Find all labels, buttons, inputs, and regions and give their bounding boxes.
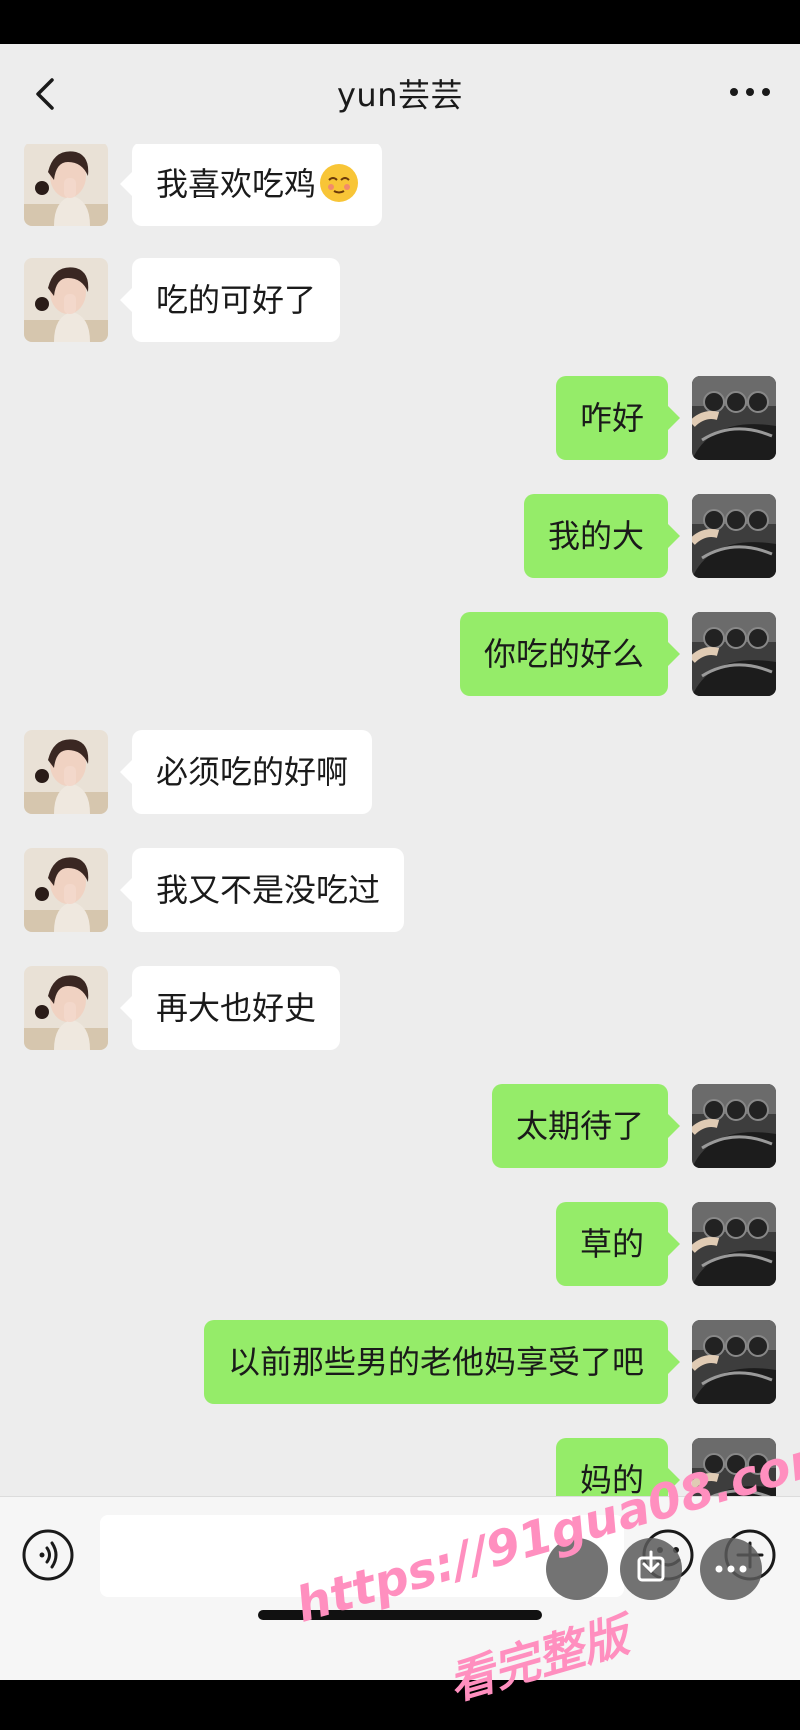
message-bubble[interactable]: 咋好 (555, 376, 681, 460)
contact-avatar[interactable] (24, 966, 108, 1050)
message-row: 我喜欢吃鸡 (0, 142, 800, 226)
voice-button[interactable] (20, 1527, 76, 1583)
chat-screen: 我喜欢吃鸡 吃的可好了 咋好 我的大 你吃的好么 必须吃的好啊 我又不是没吃过 … (0, 44, 800, 1680)
user-avatar[interactable] (692, 612, 776, 696)
message-text: 必须吃的好啊 (156, 753, 349, 791)
contact-avatar[interactable] (24, 258, 108, 342)
contact-avatar[interactable] (24, 848, 108, 932)
message-row: 再大也好史 (0, 966, 800, 1050)
user-avatar[interactable] (692, 1320, 776, 1404)
message-bubble[interactable]: 吃的可好了 (119, 258, 341, 342)
message-text: 咋好 (579, 399, 644, 437)
message-bubble[interactable]: 草的 (555, 1202, 681, 1286)
more-dots-icon (730, 88, 770, 96)
voice-icon (22, 1529, 74, 1581)
message-row: 咋好 (0, 376, 800, 460)
message-bubble[interactable]: 我喜欢吃鸡 (119, 142, 383, 226)
message-row: 草的 (0, 1202, 800, 1286)
user-avatar[interactable] (692, 1084, 776, 1168)
message-row: 吃的可好了 (0, 258, 800, 342)
message-bubble[interactable]: 再大也好史 (119, 966, 341, 1050)
message-text: 我喜欢吃鸡 (156, 165, 317, 203)
contact-avatar[interactable] (24, 142, 108, 226)
message-text: 草的 (579, 1225, 644, 1263)
message-row: 你吃的好么 (0, 612, 800, 696)
message-text: 再大也好史 (156, 989, 317, 1027)
message-row: 以前那些男的老他妈享受了吧 (0, 1320, 800, 1404)
user-avatar[interactable] (692, 1202, 776, 1286)
message-bubble[interactable]: 我的大 (523, 494, 681, 578)
more-button[interactable] (728, 84, 772, 100)
message-bubble[interactable]: 以前那些男的老他妈享受了吧 (203, 1320, 681, 1404)
download-button[interactable] (620, 1538, 682, 1600)
message-bubble[interactable]: 你吃的好么 (459, 612, 681, 696)
message-row: 必须吃的好啊 (0, 730, 800, 814)
message-text: 太期待了 (515, 1107, 644, 1145)
more-options-button[interactable] (700, 1538, 762, 1600)
user-avatar[interactable] (692, 494, 776, 578)
contact-avatar[interactable] (24, 730, 108, 814)
chat-title: yun芸芸 (336, 76, 463, 114)
message-text: 以前那些男的老他妈享受了吧 (227, 1343, 644, 1381)
message-bubble[interactable]: 太期待了 (491, 1084, 681, 1168)
more-dots-icon (715, 1565, 747, 1573)
message-bubble[interactable]: 我又不是没吃过 (119, 848, 405, 932)
message-row: 我的大 (0, 494, 800, 578)
message-text: 你吃的好么 (483, 635, 644, 673)
message-list[interactable]: 我喜欢吃鸡 吃的可好了 咋好 我的大 你吃的好么 必须吃的好啊 我又不是没吃过 … (0, 44, 800, 1522)
chat-header: yun芸芸 (0, 44, 800, 144)
message-text: 我的大 (547, 517, 644, 555)
message-bubble[interactable]: 必须吃的好啊 (119, 730, 373, 814)
message-text: 我又不是没吃过 (156, 871, 381, 909)
message-row: 太期待了 (0, 1084, 800, 1168)
blushing-face-emoji (320, 164, 359, 202)
user-avatar[interactable] (692, 376, 776, 460)
message-row: 我又不是没吃过 (0, 848, 800, 932)
message-text: 吃的可好了 (156, 281, 317, 319)
download-icon (637, 1550, 665, 1582)
